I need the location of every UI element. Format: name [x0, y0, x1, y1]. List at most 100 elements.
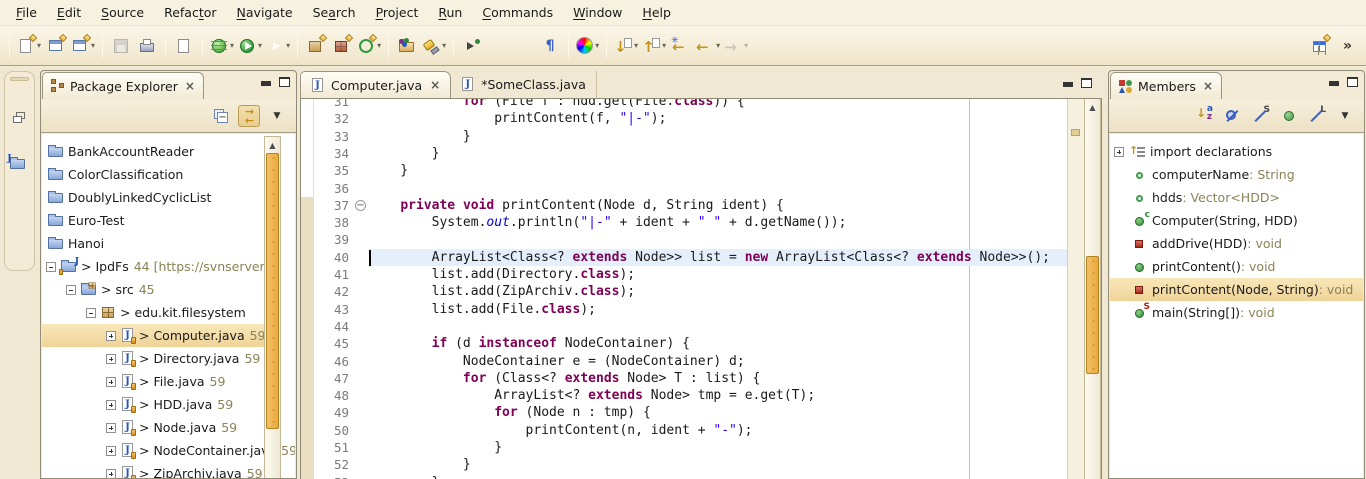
- hide-local-types-button[interactable]: L: [1306, 105, 1328, 127]
- menu-file[interactable]: File: [6, 2, 47, 23]
- collapse-icon[interactable]: [86, 308, 96, 318]
- collapse-icon[interactable]: [66, 285, 76, 295]
- synchronize-button[interactable]: [171, 32, 197, 60]
- menu-run[interactable]: Run: [428, 2, 472, 23]
- close-icon[interactable]: ×: [183, 79, 195, 93]
- line-number[interactable]: 41: [315, 266, 349, 283]
- menu-search[interactable]: Search: [303, 2, 366, 23]
- member-item[interactable]: addDrive(HDD) : void: [1110, 232, 1363, 255]
- dropdown-caret-icon[interactable]: ▾: [634, 41, 638, 50]
- run-button[interactable]: ▾: [236, 32, 264, 60]
- dropdown-caret-icon[interactable]: ▾: [442, 41, 446, 50]
- tree-item[interactable]: Euro-Test: [42, 209, 265, 232]
- menu-refactor[interactable]: Refactor: [154, 2, 226, 23]
- line-number[interactable]: 39: [315, 231, 349, 248]
- tree-item[interactable]: J> Directory.java59: [42, 347, 265, 370]
- collapse-all-button[interactable]: −: [210, 105, 232, 127]
- menu-project[interactable]: Project: [366, 2, 429, 23]
- code-line[interactable]: }: [369, 162, 1067, 179]
- dropdown-caret-icon[interactable]: ▾: [662, 41, 666, 50]
- tree-item[interactable]: DoublyLinkedCyclicList: [42, 186, 265, 209]
- scrollbar-thumb[interactable]: [1086, 256, 1099, 374]
- expand-icon[interactable]: [106, 354, 116, 364]
- restore-view-button[interactable]: [10, 109, 30, 129]
- show-whitespace-button[interactable]: ¶: [537, 32, 563, 60]
- line-number[interactable]: 36: [315, 180, 349, 197]
- code-line[interactable]: [369, 231, 1067, 248]
- code-line[interactable]: for (Node n : tmp) {: [369, 404, 1067, 421]
- code-line[interactable]: for (Class<? extends Node> T : list) {: [369, 370, 1067, 387]
- dropdown-caret-icon[interactable]: ▾: [37, 41, 41, 50]
- new-package-button[interactable]: [303, 32, 329, 60]
- code-line[interactable]: printContent(n, ident + "-");: [369, 422, 1067, 439]
- dropdown-caret-icon[interactable]: ▾: [595, 41, 599, 50]
- code-line[interactable]: }: [369, 456, 1067, 473]
- package-explorer-scrollbar[interactable]: ▲: [264, 136, 281, 478]
- new-class-button[interactable]: [329, 32, 355, 60]
- line-number[interactable]: 46: [315, 353, 349, 370]
- expand-icon[interactable]: [106, 469, 116, 479]
- hide-static-button[interactable]: S: [1250, 105, 1272, 127]
- line-number[interactable]: 44: [315, 318, 349, 335]
- debug-button[interactable]: ▾: [208, 32, 236, 60]
- code-line[interactable]: list.add(Directory.class);: [369, 266, 1067, 283]
- tree-item[interactable]: J> NodeContainer.java59: [42, 439, 265, 462]
- tree-item[interactable]: > edu.kit.filesystem: [42, 301, 265, 324]
- new-table-button[interactable]: [1307, 32, 1333, 60]
- fold-collapse-icon[interactable]: −: [355, 200, 366, 211]
- code-text-area[interactable]: for (File f : hdd.get(File.class)) { pri…: [369, 99, 1067, 479]
- code-line[interactable]: printContent(f, "|-");: [369, 110, 1067, 127]
- editor-maximize-button[interactable]: [1081, 78, 1092, 88]
- code-line[interactable]: list.add(ZipArchiv.class);: [369, 283, 1067, 300]
- tree-item[interactable]: J> HDD.java59: [42, 393, 265, 416]
- overview-annotation[interactable]: [1071, 129, 1080, 136]
- line-number[interactable]: 34: [315, 145, 349, 162]
- hide-fields-button[interactable]: [1222, 105, 1244, 127]
- expand-icon[interactable]: [106, 446, 116, 456]
- code-editor[interactable]: 3132333435363738394041424344454647484950…: [300, 98, 1102, 479]
- member-item[interactable]: ↑import declarations: [1110, 140, 1363, 163]
- expand-icon[interactable]: [106, 423, 116, 433]
- folding-ruler[interactable]: −: [353, 99, 369, 479]
- line-number[interactable]: 45: [315, 335, 349, 352]
- view-menu-button[interactable]: ▼: [266, 105, 288, 127]
- line-number[interactable]: 51: [315, 439, 349, 456]
- expand-icon[interactable]: [106, 331, 116, 341]
- editor-tab-Computerjava[interactable]: JComputer.java×: [300, 71, 451, 98]
- show-element-button[interactable]: [511, 32, 537, 60]
- menu-edit[interactable]: Edit: [47, 2, 91, 23]
- code-line[interactable]: System.out.println("|-" + ident + " " + …: [369, 214, 1067, 231]
- minimize-button[interactable]: [1328, 77, 1339, 87]
- expand-icon[interactable]: [106, 400, 116, 410]
- line-number[interactable]: 35: [315, 162, 349, 179]
- member-item[interactable]: cComputer(String, HDD): [1110, 209, 1363, 232]
- scroll-up-icon[interactable]: ▲: [1086, 100, 1099, 114]
- line-number[interactable]: 50: [315, 422, 349, 439]
- code-line[interactable]: for (File f : hdd.get(File.class)) {: [369, 98, 1067, 110]
- line-number[interactable]: 43: [315, 301, 349, 318]
- tree-item[interactable]: J> IpdFs44 [https://svnserver.i: [42, 255, 265, 278]
- search-button[interactable]: ▾: [420, 32, 448, 60]
- tree-item[interactable]: ColorClassification: [42, 163, 265, 186]
- dropdown-caret-icon[interactable]: ▾: [230, 41, 234, 50]
- maximize-button[interactable]: [1347, 77, 1358, 87]
- line-number[interactable]: 47: [315, 370, 349, 387]
- expand-icon[interactable]: [106, 377, 116, 387]
- run-external-button[interactable]: ▾: [264, 32, 292, 60]
- code-line[interactable]: private void printContent(Node d, String…: [369, 197, 1067, 214]
- editor-scrollbar[interactable]: ▲: [1084, 99, 1101, 479]
- code-line[interactable]: ArrayList<? extends Node> tmp = e.get(T)…: [369, 387, 1067, 404]
- collapse-icon[interactable]: [46, 262, 56, 272]
- minimize-button[interactable]: [260, 77, 271, 87]
- menu-navigate[interactable]: Navigate: [227, 2, 303, 23]
- refresh-g-button[interactable]: ▾: [355, 32, 383, 60]
- dropdown-caret-icon[interactable]: ▾: [258, 41, 262, 50]
- new-wizard-button[interactable]: ▾: [15, 32, 43, 60]
- code-line[interactable]: [369, 180, 1067, 197]
- scrollbar-thumb[interactable]: [266, 153, 279, 429]
- open-resource-button[interactable]: J: [10, 157, 30, 177]
- last-edit-location-button[interactable]: ✳←: [668, 32, 694, 60]
- scroll-up-icon[interactable]: ▲: [266, 138, 279, 152]
- code-line[interactable]: }: [369, 145, 1067, 162]
- new-view-button[interactable]: ▾: [69, 32, 97, 60]
